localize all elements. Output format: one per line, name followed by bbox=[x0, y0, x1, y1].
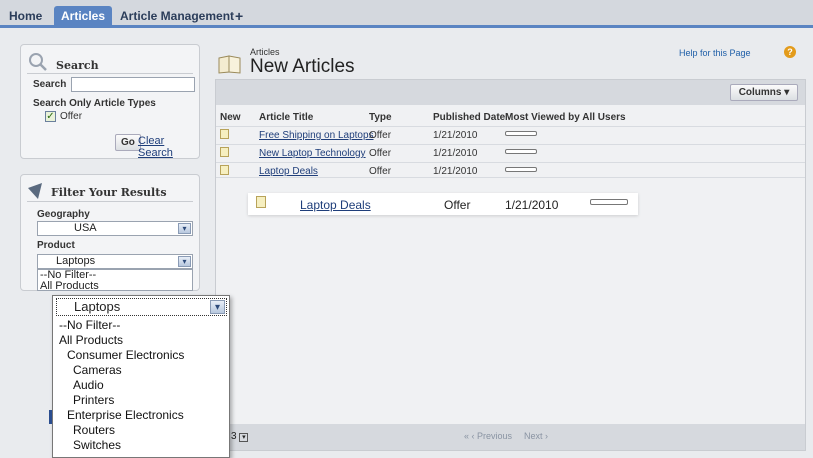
list-toolbar: Columns ▾ bbox=[216, 80, 805, 105]
dropdown-option[interactable]: Cameras bbox=[73, 363, 122, 377]
col-article-title[interactable]: Article Title bbox=[259, 112, 313, 123]
search-field-label: Search bbox=[33, 79, 67, 90]
product-options-list[interactable]: --No Filter-- All Products bbox=[37, 269, 193, 292]
dropdown-option[interactable]: Consumer Electronics bbox=[67, 348, 184, 362]
filter-box: Filter Your Results Geography USA ▾ Prod… bbox=[20, 174, 200, 292]
filter-icon bbox=[28, 183, 42, 199]
page-title: New Articles bbox=[250, 56, 355, 77]
articles-panel: Columns ▾ New Article Title Type Publish… bbox=[215, 79, 806, 451]
divider bbox=[27, 73, 193, 74]
product-option[interactable]: All Products bbox=[38, 281, 192, 292]
new-article-icon bbox=[256, 196, 266, 208]
view-bar bbox=[505, 149, 537, 154]
pager-bar: 3 ▾ « ‹ Previous Next › bbox=[216, 424, 805, 450]
page-size-select[interactable]: 3 ▾ bbox=[231, 431, 249, 442]
tab-home[interactable]: Home bbox=[2, 6, 49, 26]
view-bar bbox=[505, 131, 537, 136]
table-row[interactable]: Free Shipping on Laptops Offer 1/21/2010 bbox=[216, 126, 805, 142]
dropdown-option[interactable]: Printers bbox=[73, 393, 114, 407]
tab-bar: Home Articles Article Management + bbox=[0, 0, 813, 28]
go-button[interactable]: Go bbox=[115, 134, 141, 151]
article-type: Offer bbox=[369, 148, 392, 159]
view-bar bbox=[505, 167, 537, 172]
article-title-link[interactable]: New Laptop Technology bbox=[259, 148, 366, 159]
search-input[interactable] bbox=[71, 77, 195, 92]
help-link[interactable]: Help for this Page bbox=[679, 48, 751, 58]
article-title-link[interactable]: Laptop Deals bbox=[300, 198, 371, 212]
new-article-icon bbox=[220, 129, 229, 139]
new-article-icon bbox=[220, 147, 229, 157]
clear-search-link[interactable]: Clear Search bbox=[138, 135, 199, 159]
dropdown-option[interactable]: Enterprise Electronics bbox=[67, 408, 184, 422]
chevron-down-icon: ▾ bbox=[178, 256, 191, 267]
article-type: Offer bbox=[369, 130, 392, 141]
article-type: Offer bbox=[369, 166, 392, 177]
dropdown-option[interactable]: All Products bbox=[59, 333, 123, 347]
product-value: Laptops bbox=[74, 299, 121, 314]
col-most-viewed[interactable]: Most Viewed by All Users bbox=[505, 112, 626, 123]
article-title-link[interactable]: Laptop Deals bbox=[259, 166, 318, 177]
divider bbox=[27, 201, 193, 202]
article-date: 1/21/2010 bbox=[433, 148, 478, 159]
main-content: Articles New Articles Help for this Page… bbox=[208, 31, 813, 458]
zoomed-row-callout: Laptop Deals Offer 1/21/2010 bbox=[248, 193, 638, 215]
offer-checkbox-label: Offer bbox=[60, 111, 83, 122]
hidden-element-edge bbox=[49, 410, 52, 424]
next-link[interactable]: Next › bbox=[524, 431, 548, 441]
product-select-large[interactable]: Laptops ▾ bbox=[56, 298, 227, 316]
dropdown-option[interactable]: Audio bbox=[73, 378, 104, 392]
geography-value: USA bbox=[74, 222, 97, 234]
dropdown-option[interactable]: Routers bbox=[73, 423, 115, 437]
product-dropdown-expanded[interactable]: Laptops ▾ --No Filter-- All Products Con… bbox=[52, 295, 230, 458]
product-label: Product bbox=[37, 240, 75, 251]
columns-button[interactable]: Columns ▾ bbox=[730, 84, 798, 101]
search-only-types-label: Search Only Article Types bbox=[33, 98, 156, 109]
article-type: Offer bbox=[444, 198, 471, 212]
product-select[interactable]: Laptops ▾ bbox=[37, 254, 193, 269]
geography-label: Geography bbox=[37, 209, 90, 220]
chevron-down-icon: ▾ bbox=[178, 223, 191, 234]
search-box: Search Search Search Only Article Types … bbox=[20, 44, 200, 159]
filter-title: Filter Your Results bbox=[51, 186, 167, 199]
tab-article-management[interactable]: Article Management bbox=[113, 6, 241, 26]
article-title-link[interactable]: Free Shipping on Laptops bbox=[259, 130, 374, 141]
previous-link[interactable]: « ‹ Previous bbox=[464, 431, 512, 441]
help-icon[interactable]: ? bbox=[784, 46, 796, 58]
tab-add[interactable]: + bbox=[228, 6, 250, 26]
article-date: 1/21/2010 bbox=[433, 166, 478, 177]
geography-select[interactable]: USA ▾ bbox=[37, 221, 193, 236]
table-row[interactable]: New Laptop Technology Offer 1/21/2010 bbox=[216, 144, 805, 160]
article-date: 1/21/2010 bbox=[433, 130, 478, 141]
book-icon bbox=[218, 55, 241, 74]
chevron-down-icon: ▾ bbox=[239, 433, 249, 442]
tab-articles[interactable]: Articles bbox=[54, 6, 113, 26]
new-article-icon bbox=[220, 165, 229, 175]
search-title: Search bbox=[56, 59, 99, 72]
columns-button-label: Columns bbox=[738, 87, 782, 98]
col-published-date[interactable]: Published Date bbox=[433, 112, 505, 123]
dropdown-option[interactable]: Switches bbox=[73, 438, 121, 452]
offer-checkbox[interactable]: ✓ bbox=[45, 111, 56, 122]
col-type[interactable]: Type bbox=[369, 112, 392, 123]
product-value: Laptops bbox=[56, 255, 96, 267]
col-new: New bbox=[220, 112, 241, 123]
chevron-down-icon: ▾ bbox=[210, 300, 225, 314]
search-icon bbox=[29, 53, 47, 71]
article-date: 1/21/2010 bbox=[505, 198, 559, 212]
page-size-value: 3 bbox=[231, 431, 237, 442]
dropdown-option[interactable]: --No Filter-- bbox=[59, 318, 120, 332]
view-bar bbox=[590, 199, 628, 205]
table-row[interactable]: Laptop Deals Offer 1/21/2010 bbox=[216, 162, 805, 178]
